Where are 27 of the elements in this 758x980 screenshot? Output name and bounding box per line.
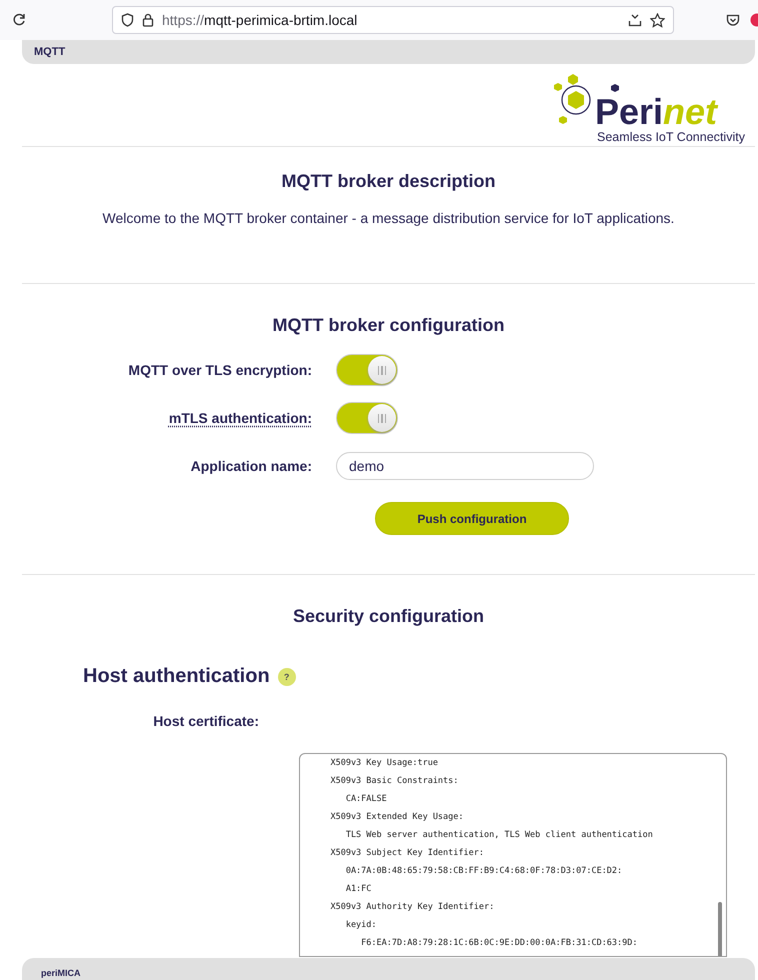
perinet-logo: Perinet Seamless IoT Connectivity — [551, 74, 747, 144]
description-text: Welcome to the MQTT broker container - a message distribution service for IoT applications. — [102, 210, 676, 226]
footer-bar: periMICA — [22, 958, 755, 980]
download-tray-icon[interactable] — [628, 13, 642, 27]
address-bar[interactable]: https://mqtt-perimica-brtim.local — [112, 6, 674, 34]
help-button[interactable]: ? — [278, 668, 296, 686]
field-label: mTLS authentication: — [168, 410, 312, 426]
scrollbar-thumb[interactable] — [718, 902, 722, 956]
subsection-heading: Host authentication — [83, 665, 270, 688]
pocket-icon[interactable] — [726, 14, 740, 26]
toggle-switch[interactable] — [336, 402, 398, 434]
nav-tab[interactable]: MQTT — [34, 46, 66, 58]
push-configuration-button[interactable]: Push configuration — [375, 502, 569, 535]
section-title: Security configuration — [292, 606, 486, 627]
url-text: https://mqtt-perimica-brtim.local — [162, 12, 358, 28]
field-label: Application name: — [190, 458, 312, 474]
shield-icon[interactable] — [121, 13, 134, 27]
section-title: MQTT broker description — [280, 171, 497, 192]
lock-icon[interactable] — [142, 13, 154, 27]
reload-icon[interactable] — [12, 13, 26, 27]
toggle-switch[interactable] — [336, 354, 398, 386]
section-title: MQTT broker configuration — [272, 315, 506, 336]
star-icon[interactable] — [650, 12, 665, 28]
certificate-text-area[interactable]: X509v3 Key Usage:true X509v3 Basic Constraints: CA:FALSE X509v3 Extended Key Usage: TLS Web server authentication, TLS Web client authentication X509v3 Subject Key Identifier: 0A:7A:0B:48:65:79:58:CB:FF:B9:C4:68:0F:78:D3:07:CE:D2: A1:FC X509v3 Authority Key Identifier: keyid: F6:EA:7D:A8:79:28:1C:6B:0C:9E:DD:00:0A:FB:31:CD:63:9D: — [299, 753, 727, 957]
field-label: MQTT over TLS encryption: — [127, 362, 312, 378]
field-label: Host certificate: — [152, 713, 259, 729]
application-name-field[interactable]: demo — [336, 452, 594, 480]
